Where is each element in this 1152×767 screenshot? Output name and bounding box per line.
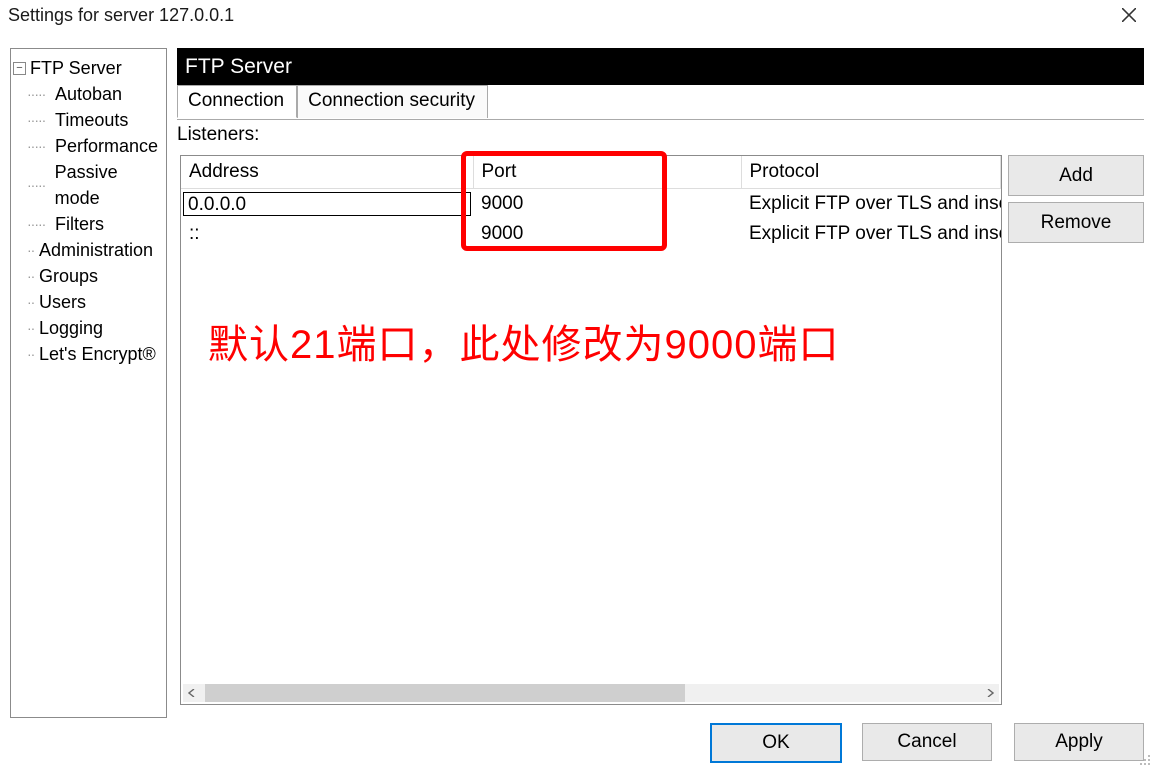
- column-header-address[interactable]: Address: [181, 156, 473, 189]
- tree-item-passive-mode[interactable]: ·····Passive mode: [27, 159, 166, 211]
- cell-address[interactable]: ::: [181, 219, 473, 249]
- window-title: Settings for server 127.0.0.1: [0, 5, 234, 26]
- tab-strip: ConnectionConnection security: [177, 85, 1144, 120]
- address-edit-input[interactable]: 0.0.0.0: [183, 192, 471, 216]
- remove-button[interactable]: Remove: [1008, 202, 1144, 243]
- table-row[interactable]: 0.0.0.0 9000 Explicit FTP over TLS and i…: [181, 189, 1001, 220]
- tree-item-performance[interactable]: ·····Performance: [27, 133, 166, 159]
- tree-root-label: FTP Server: [30, 55, 122, 81]
- cell-protocol[interactable]: Explicit FTP over TLS and insecure plain…: [741, 219, 1001, 249]
- navigation-tree: − FTP Server ·····Autoban ·····Timeouts …: [10, 48, 167, 718]
- add-button[interactable]: Add: [1008, 155, 1144, 196]
- tree-item-autoban[interactable]: ·····Autoban: [27, 81, 166, 107]
- horizontal-scrollbar[interactable]: [183, 684, 999, 702]
- table-row[interactable]: :: 9000 Explicit FTP over TLS and insecu…: [181, 219, 1001, 249]
- chevron-left-icon: [188, 689, 196, 697]
- tree-item-lets-encrypt[interactable]: ··Let's Encrypt®: [27, 341, 166, 367]
- listeners-label: Listeners:: [177, 124, 259, 146]
- scroll-left-button[interactable]: [183, 684, 201, 702]
- ok-button[interactable]: OK: [710, 723, 842, 763]
- tab-connection-security[interactable]: Connection security: [297, 85, 488, 118]
- tree-item-users[interactable]: ··Users: [27, 289, 166, 315]
- tab-connection[interactable]: Connection: [177, 85, 297, 118]
- cell-port[interactable]: 9000: [473, 219, 741, 249]
- scrollbar-thumb[interactable]: [205, 684, 685, 702]
- titlebar: Settings for server 127.0.0.1: [0, 0, 1152, 30]
- annotation-text: 默认21端口，此处修改为9000端口: [208, 312, 992, 370]
- resize-grip-icon[interactable]: [1136, 751, 1150, 765]
- tree-item-logging[interactable]: ··Logging: [27, 315, 166, 341]
- scroll-right-button[interactable]: [981, 684, 999, 702]
- tree-item-groups[interactable]: ··Groups: [27, 263, 166, 289]
- cell-port[interactable]: 9000: [473, 189, 741, 220]
- tree-root-ftp-server[interactable]: − FTP Server: [13, 55, 166, 81]
- cancel-button[interactable]: Cancel: [862, 723, 992, 761]
- tree-item-administration[interactable]: ··Administration: [27, 237, 166, 263]
- cell-protocol[interactable]: Explicit FTP over TLS and insecure plain…: [741, 189, 1001, 220]
- section-header-label: FTP Server: [185, 55, 292, 79]
- apply-button[interactable]: Apply: [1014, 723, 1144, 761]
- close-button[interactable]: [1106, 0, 1152, 30]
- collapse-icon[interactable]: −: [13, 62, 26, 75]
- settings-window: { "window_title": "Settings for server 1…: [0, 0, 1152, 767]
- chevron-right-icon: [986, 689, 994, 697]
- listeners-table: Address Port Protocol 0.0.0.0 9000 Expli…: [180, 155, 1002, 705]
- section-header: FTP Server: [177, 48, 1144, 85]
- column-header-port[interactable]: Port: [473, 156, 741, 189]
- tree-item-filters[interactable]: ·····Filters: [27, 211, 166, 237]
- close-icon: [1122, 8, 1136, 22]
- column-header-protocol[interactable]: Protocol: [741, 156, 1001, 189]
- tree-item-timeouts[interactable]: ·····Timeouts: [27, 107, 166, 133]
